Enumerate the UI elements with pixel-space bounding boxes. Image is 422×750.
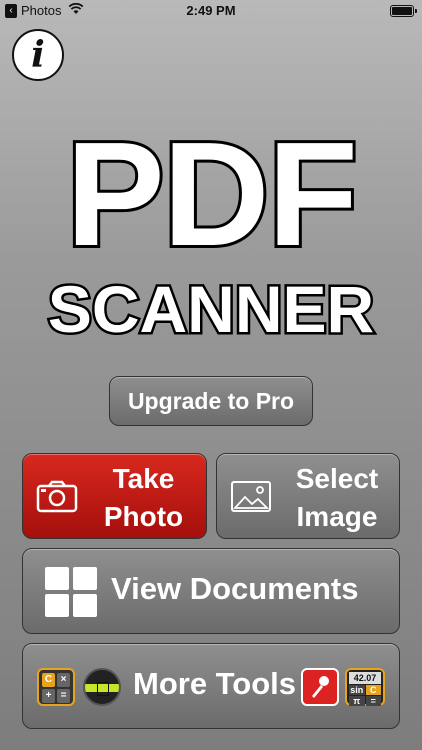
- microphone-app-icon: [301, 668, 339, 706]
- battery-icon: [390, 5, 417, 17]
- logo-scanner-text: SCANNER: [45, 272, 376, 347]
- select-image-line2: Image: [296, 501, 378, 532]
- logo-pdf-text: PDF: [63, 112, 361, 277]
- calc-key: ×: [57, 673, 70, 687]
- take-photo-line1: Take: [112, 463, 175, 494]
- sci-key: sin: [349, 685, 365, 695]
- view-documents-label: View Documents: [111, 571, 359, 606]
- take-photo-label: Take Photo: [85, 460, 202, 536]
- upgrade-to-pro-button[interactable]: Upgrade to Pro: [109, 376, 313, 426]
- take-photo-button[interactable]: Take Photo: [22, 453, 207, 539]
- more-tools-label: More Tools: [133, 666, 297, 701]
- sci-key: C: [365, 685, 381, 695]
- select-image-button[interactable]: Select Image: [216, 453, 400, 539]
- more-tools-button[interactable]: C × + = More Tools 42.07 sin C π =: [22, 643, 400, 729]
- status-bar: ‹ Photos 2:49 PM: [0, 0, 422, 22]
- scientific-calculator-app-icon: 42.07 sin C π =: [345, 668, 385, 706]
- bubble-level-app-icon: [83, 668, 121, 706]
- image-icon: [231, 481, 271, 512]
- calc-key: +: [42, 689, 55, 703]
- select-image-label: Select Image: [279, 460, 395, 536]
- take-photo-line2: Photo: [103, 501, 184, 532]
- sci-key: π: [349, 696, 365, 706]
- select-image-line1: Select: [295, 463, 379, 494]
- calculator-app-icon: C × + =: [37, 668, 75, 706]
- documents-grid-icon: [45, 567, 97, 617]
- view-documents-button[interactable]: View Documents: [22, 548, 400, 634]
- calc-key: =: [57, 689, 70, 703]
- upgrade-label: Upgrade to Pro: [127, 387, 295, 414]
- calc-key: C: [42, 673, 55, 687]
- microphone-icon: [312, 676, 329, 698]
- info-button[interactable]: i: [12, 29, 64, 81]
- sci-key: =: [365, 696, 381, 706]
- status-time: 2:49 PM: [186, 3, 236, 18]
- camera-icon: [36, 480, 78, 513]
- sci-display: 42.07: [349, 672, 381, 684]
